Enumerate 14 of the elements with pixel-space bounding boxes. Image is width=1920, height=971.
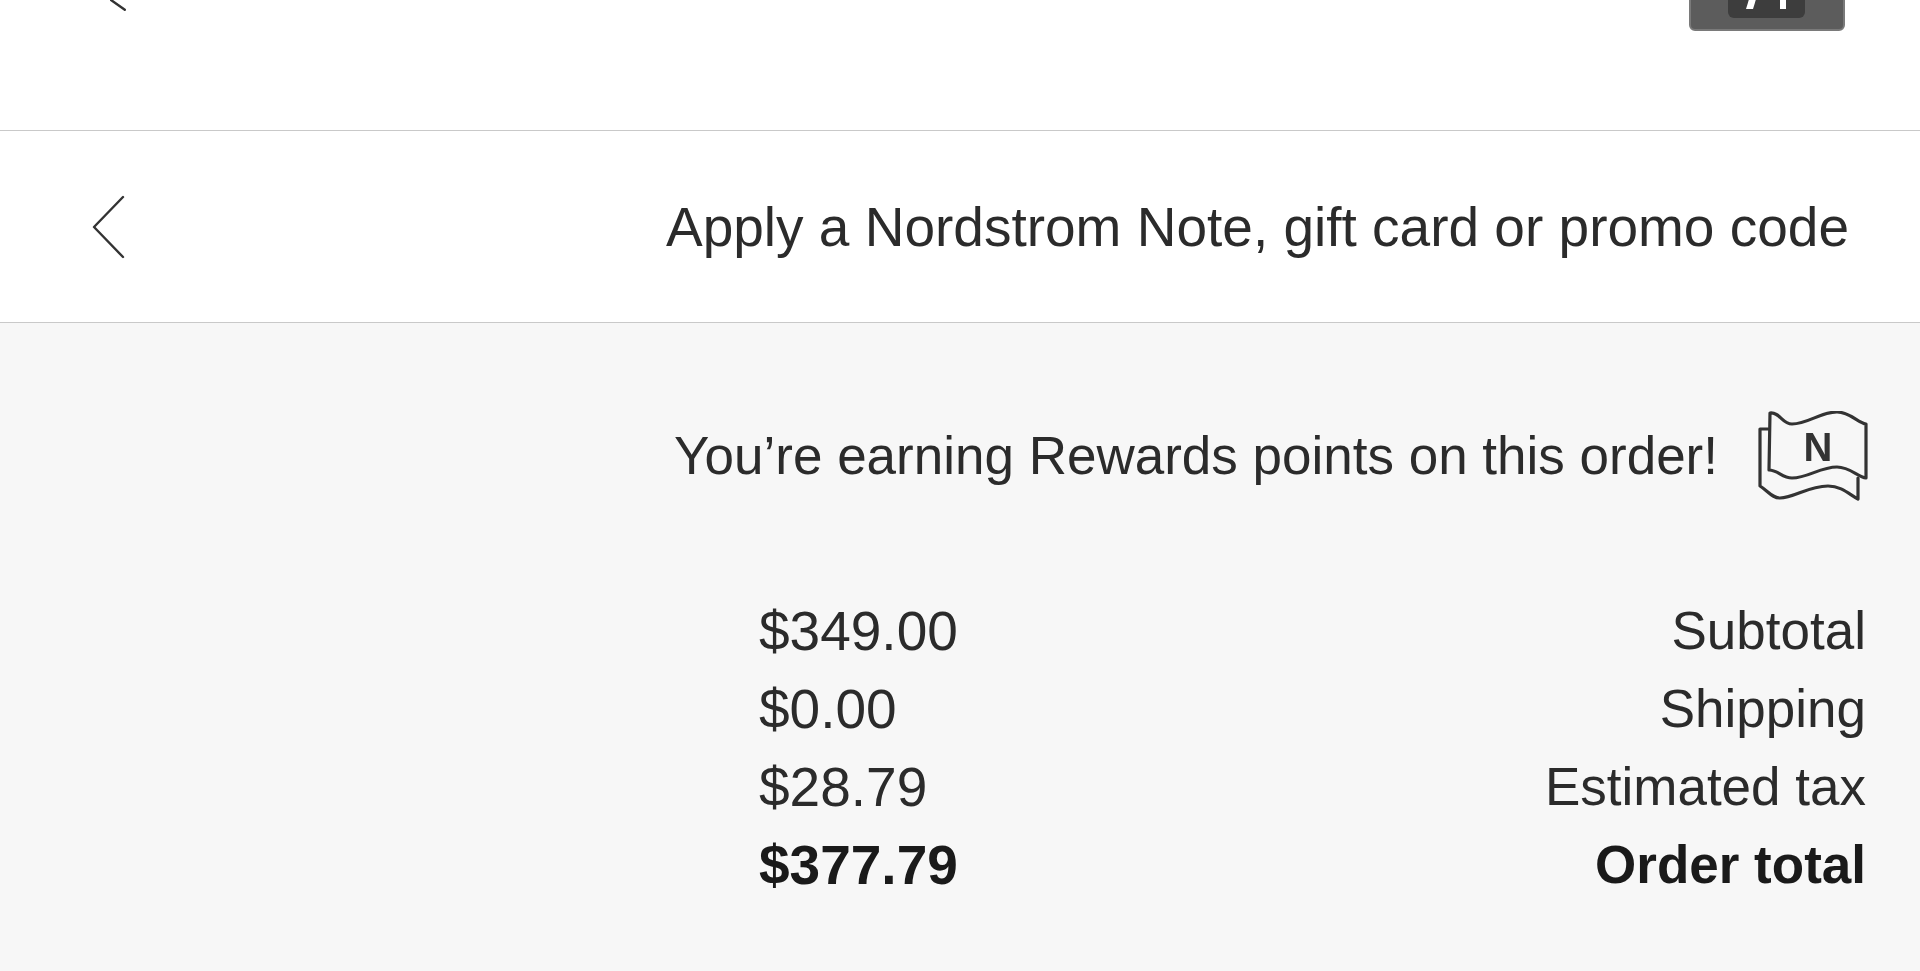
- total-amount: $377.79: [759, 833, 958, 898]
- total-label: Order total: [1595, 834, 1866, 897]
- flag-icon: [1758, 411, 1868, 501]
- rewards-message: You’re earning Rewards points on this order!: [674, 425, 1718, 488]
- total-amount: $0.00: [759, 677, 898, 742]
- total-label: Shipping: [1659, 678, 1866, 741]
- total-amount: $28.79: [759, 755, 929, 820]
- chevron-icon: [92, 194, 125, 259]
- total-label: Estimated tax: [1544, 756, 1866, 819]
- total-label: Subtotal: [1671, 600, 1866, 663]
- chevron-icon: [110, 0, 126, 11]
- logo-letter: N: [1803, 427, 1833, 467]
- total-amount: $349.00: [759, 599, 958, 664]
- promo-code-button[interactable]: Apply a Nordstrom Note, gift card or promo code: [0, 131, 1920, 322]
